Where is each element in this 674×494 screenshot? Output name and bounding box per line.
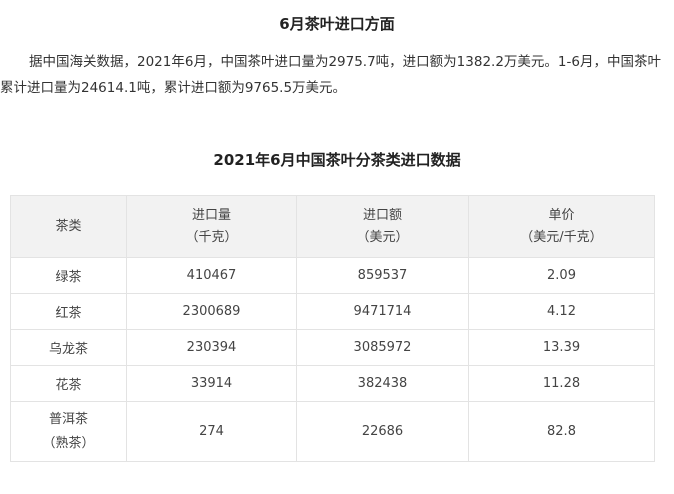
table-title: 2021年6月中国茶叶分茶类进口数据 <box>213 151 461 169</box>
section-title: 6月茶叶进口方面 <box>279 15 395 33</box>
intro-paragraph: 据中国海关数据，2021年6月，中国茶叶进口量为2975.7吨，进口额为1382… <box>0 54 661 96</box>
cell-import-value: 382438 <box>296 365 469 402</box>
table-row: 红茶 2300689 9471714 4.12 <box>10 293 655 330</box>
cell-tea-type: 乌龙茶 <box>10 329 127 366</box>
cell-unit-price: 11.28 <box>468 365 655 402</box>
cell-tea-type-note: （熟茶） <box>42 435 95 451</box>
header-import-value-label: 进口额 <box>362 207 402 223</box>
cell-import-volume: 2300689 <box>126 293 297 330</box>
cell-import-value: 859537 <box>296 257 469 294</box>
cell-unit-price: 4.12 <box>468 293 655 330</box>
table-row: 花茶 33914 382438 11.28 <box>10 365 655 402</box>
cell-import-volume: 274 <box>126 401 297 462</box>
cell-unit-price: 2.09 <box>468 257 655 294</box>
table-header: 茶类 进口量 （千克） 进口额 （美元） 单价 （美元/千克） <box>10 195 655 258</box>
cell-tea-type: 红茶 <box>10 293 127 330</box>
header-import-volume-unit: （千克） <box>185 229 238 245</box>
header-tea-type-label: 茶类 <box>55 218 82 234</box>
table-row: 乌龙茶 230394 3085972 13.39 <box>10 329 655 366</box>
cell-import-volume: 230394 <box>126 329 297 366</box>
tea-import-table: 茶类 进口量 （千克） 进口额 （美元） 单价 （美元/千克） 绿茶 41046… <box>10 195 655 462</box>
cell-unit-price: 82.8 <box>468 401 655 462</box>
table-body: 绿茶 410467 859537 2.09 红茶 2300689 9471714… <box>10 257 655 462</box>
cell-tea-type: 普洱茶 （熟茶） <box>10 401 127 462</box>
cell-import-value: 22686 <box>296 401 469 462</box>
header-import-volume-label: 进口量 <box>191 207 231 223</box>
table-row: 绿茶 410467 859537 2.09 <box>10 257 655 294</box>
cell-unit-price: 13.39 <box>468 329 655 366</box>
header-tea-type: 茶类 <box>10 195 127 258</box>
cell-tea-type-name: 普洱茶 <box>48 411 88 427</box>
header-row: 茶类 进口量 （千克） 进口额 （美元） 单价 （美元/千克） <box>10 195 655 258</box>
header-unit-price-label: 单价 <box>548 207 575 223</box>
cell-tea-type: 绿茶 <box>10 257 127 294</box>
header-import-volume: 进口量 （千克） <box>126 195 297 258</box>
header-unit-price: 单价 （美元/千克） <box>468 195 655 258</box>
cell-import-value: 9471714 <box>296 293 469 330</box>
cell-import-value: 3085972 <box>296 329 469 366</box>
table-row: 普洱茶 （熟茶） 274 22686 82.8 <box>10 401 655 462</box>
header-import-value: 进口额 （美元） <box>296 195 469 258</box>
cell-tea-type: 花茶 <box>10 365 127 402</box>
header-unit-price-unit: （美元/千克） <box>520 229 603 245</box>
cell-import-volume: 33914 <box>126 365 297 402</box>
cell-import-volume: 410467 <box>126 257 297 294</box>
header-import-value-unit: （美元） <box>356 229 409 245</box>
